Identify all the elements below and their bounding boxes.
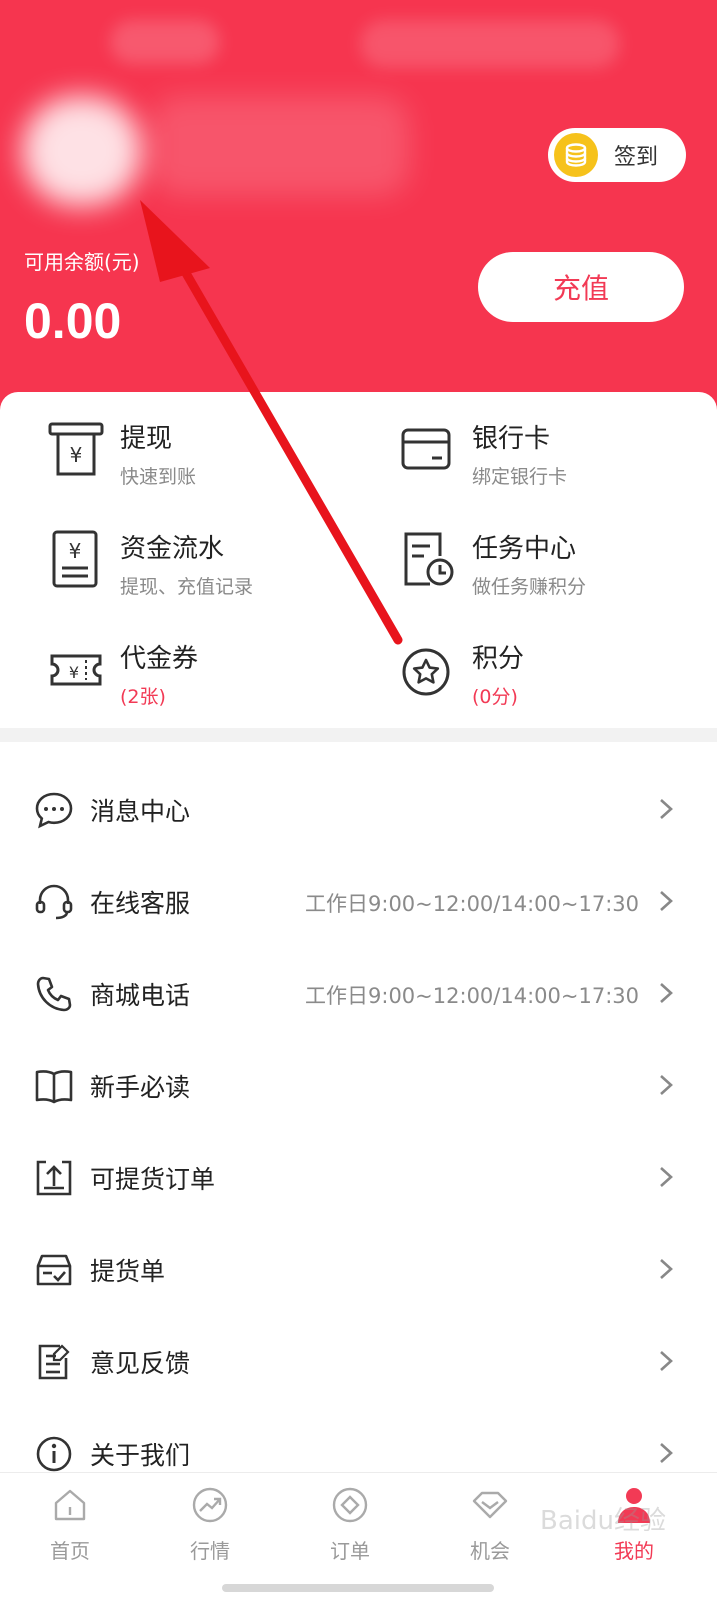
chevron-right-icon [655,1346,677,1376]
tab-label: 订单 [330,1539,370,1563]
blurred-username [150,96,410,196]
baidu-watermark: Baidu经验 [540,1500,710,1570]
service-hours: 工作日9:00~12:00/14:00~17:30 [305,892,639,916]
svg-text:¥: ¥ [69,663,79,682]
account-header: 签到 可用余额(元) 0.00 充值 [0,0,717,420]
svg-text:¥: ¥ [69,539,82,563]
menu-item-pickup-list[interactable]: 提货单 [0,1222,717,1314]
grid-title: 提现 [120,424,173,454]
voucher-ticket-icon: ¥ [48,640,104,700]
menu-label: 关于我们 [90,1441,191,1470]
tab-label: 机会 [470,1539,510,1563]
tab-label: 行情 [190,1539,230,1563]
home-icon [50,1485,90,1525]
menu-item-pickup-orders[interactable]: 可提货订单 [0,1130,717,1222]
task-clock-icon [400,530,456,590]
info-circle-icon [34,1434,74,1474]
upload-box-icon [34,1158,74,1198]
grid-item-points[interactable]: 积分 (0分) [400,632,700,712]
grid-title: 积分 [472,644,525,674]
chevron-right-icon [655,978,677,1008]
avatar[interactable] [22,96,142,206]
menu-label: 商城电话 [90,981,191,1010]
grid-title: 银行卡 [472,424,551,454]
menu-label: 在线客服 [90,889,191,918]
blurred-status-area [110,20,220,64]
chevron-right-icon [655,886,677,916]
tab-opportunity[interactable]: 机会 [440,1485,540,1575]
tab-home[interactable]: 首页 [20,1485,120,1575]
grid-subtitle: (2张) [120,686,166,708]
menu-label: 可提货订单 [90,1165,216,1194]
fund-record-icon: ¥ [48,530,104,590]
service-hours: 工作日9:00~12:00/14:00~17:30 [305,984,639,1008]
recharge-button[interactable]: 充值 [478,252,684,322]
grid-subtitle: 快速到账 [120,466,197,488]
delivery-box-icon [34,1250,74,1290]
section-divider [0,728,717,742]
menu-item-mall-phone[interactable]: 商城电话 工作日9:00~12:00/14:00~17:30 [0,946,717,1038]
watermark-text: Baidu经验 [540,1506,666,1536]
feedback-edit-icon [34,1342,74,1382]
grid-item-fund-record[interactable]: ¥ 资金流水 提现、充值记录 [48,522,348,602]
tab-label: 首页 [50,1539,90,1563]
menu-item-message-center[interactable]: 消息中心 [0,762,717,854]
home-indicator [222,1584,494,1592]
menu-item-feedback[interactable]: 意见反馈 [0,1314,717,1406]
grid-subtitle: 绑定银行卡 [472,466,568,488]
grid-item-withdraw[interactable]: ¥ 提现 快速到账 [48,412,348,492]
tab-market[interactable]: 行情 [160,1485,260,1575]
chevron-right-icon [655,1438,677,1468]
bank-card-icon [400,420,456,480]
trend-chart-icon [190,1485,230,1525]
headset-icon [34,882,74,922]
grid-subtitle: 做任务赚积分 [472,576,587,598]
menu-label: 消息中心 [90,797,191,826]
grid-item-voucher[interactable]: ¥ 代金券 (2张) [48,632,348,712]
grid-item-bank-card[interactable]: 银行卡 绑定银行卡 [400,412,700,492]
grid-title: 代金券 [120,644,199,674]
menu-label: 提货单 [90,1257,166,1286]
atm-withdraw-icon: ¥ [48,420,104,480]
order-diamond-icon [330,1485,370,1525]
phone-icon [34,974,74,1014]
menu-item-beginner-guide[interactable]: 新手必读 [0,1038,717,1130]
balance-label: 可用余额(元) [24,250,140,274]
blurred-status-area-right [360,20,620,68]
book-icon [34,1066,74,1106]
grid-subtitle: (0分) [472,686,518,708]
grid-title: 资金流水 [120,534,225,564]
star-points-icon [400,640,456,700]
chevron-right-icon [655,1162,677,1192]
balance-value: 0.00 [24,293,122,349]
menu-label: 新手必读 [90,1073,191,1102]
menu-item-online-service[interactable]: 在线客服 工作日9:00~12:00/14:00~17:30 [0,854,717,946]
wallet-function-grid: ¥ 提现 快速到账 银行卡 绑定银行卡 ¥ 资金流水 提现、充值记录 任务中心 … [0,392,717,727]
menu-label: 意见反馈 [90,1349,191,1378]
signin-button[interactable]: 签到 [548,128,686,182]
gem-icon [470,1485,510,1525]
message-bubble-icon [34,790,74,830]
grid-item-task-center[interactable]: 任务中心 做任务赚积分 [400,522,700,602]
tab-orders[interactable]: 订单 [300,1485,400,1575]
signin-label: 签到 [614,145,659,170]
grid-subtitle: 提现、充值记录 [120,576,254,598]
coin-stack-icon [554,133,598,177]
chevron-right-icon [655,794,677,824]
chevron-right-icon [655,1070,677,1100]
grid-title: 任务中心 [472,534,577,564]
chevron-right-icon [655,1254,677,1284]
svg-text:¥: ¥ [70,443,83,467]
